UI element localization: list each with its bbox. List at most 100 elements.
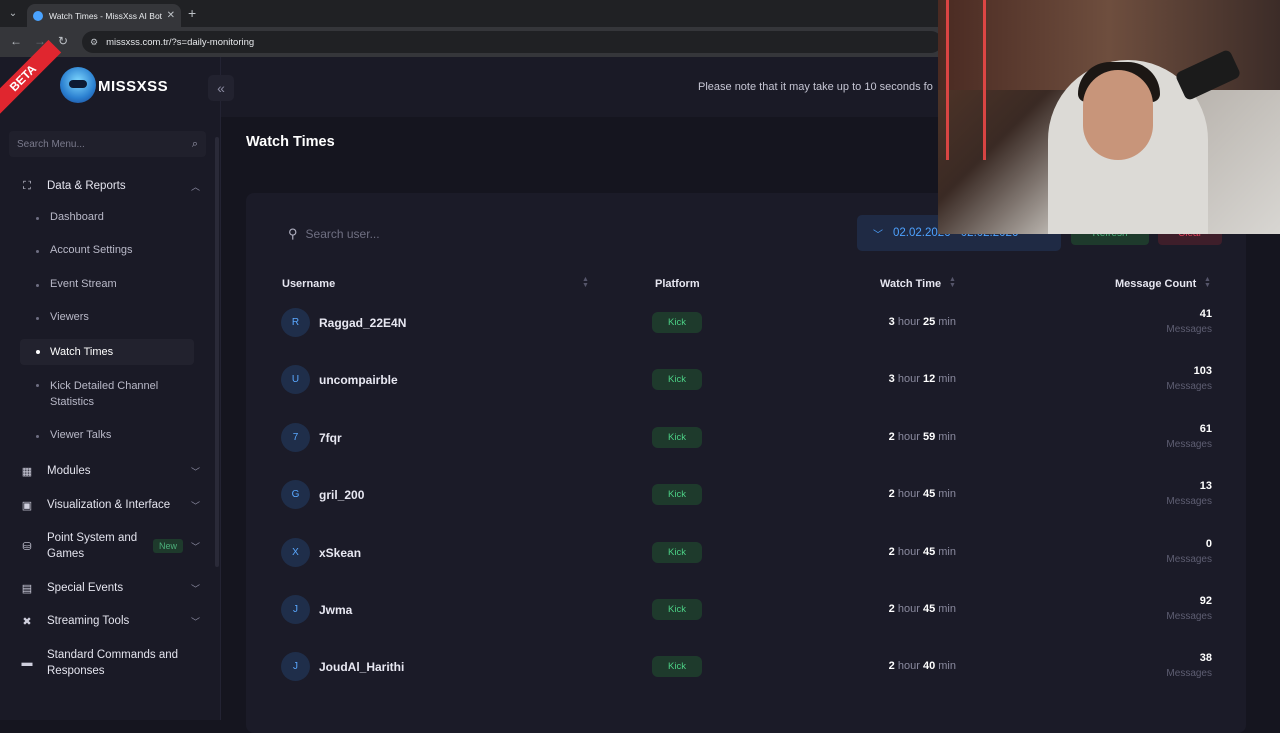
platform-badge: Kick: [652, 656, 702, 678]
messages-label: Messages: [1166, 611, 1212, 622]
menu-group-streaming-tools[interactable]: ✖ Streaming Tools ﹀: [20, 613, 200, 629]
table-row[interactable]: Uuncompairble Kick 3 hour 12 min 103 Message…: [246, 354, 1246, 411]
sort-icon[interactable]: ▲ ▼: [949, 276, 956, 289]
menu-search-input[interactable]: [17, 138, 192, 150]
column-header-message-count[interactable]: Message Count: [1115, 278, 1196, 290]
avatar: J: [281, 595, 310, 624]
menu-group-label: Data & Reports: [47, 180, 126, 192]
minutes-value: 45: [922, 545, 936, 558]
table-row[interactable]: J JoudAl_Harithi Kick 2 hour 40 min 38 Messag…: [246, 641, 1246, 698]
site-info-icon[interactable]: ⚙: [90, 37, 98, 48]
username-text[interactable]: gril_200: [319, 488, 364, 502]
minutes-value: 45: [922, 488, 936, 501]
back-icon[interactable]: ←: [10, 34, 22, 48]
menu-group-label: Visualization & Interface: [47, 499, 171, 511]
username-text[interactable]: uncompairble: [319, 373, 398, 387]
messages-label: Messages: [1166, 324, 1212, 335]
close-tab-icon[interactable]: ✕: [167, 10, 175, 21]
platform-badge: Kick: [652, 369, 702, 391]
username-text[interactable]: JoudAl_Harithi: [319, 660, 404, 674]
menu-group-point-system[interactable]: ⛁ Point System and Games New ﹀: [20, 530, 200, 562]
menu-search-field[interactable]: ⌕: [9, 131, 206, 157]
search-icon: ⚲: [288, 226, 298, 241]
avatar: G: [281, 480, 310, 510]
chevron-down-icon: ﹀: [190, 500, 200, 511]
menu-group-label: Streaming Tools: [47, 615, 130, 627]
minutes-value: 40: [922, 660, 936, 673]
watch-times-card: ⚲ ﹀ 02.02.2026 - 02.02.2026 Refresh Clea…: [246, 193, 1246, 733]
table-row[interactable]: R Raggad_22E4N Kick 3 hour 25 min 41 Messages: [246, 297, 1246, 354]
streamer-head: [1083, 70, 1153, 160]
table-row[interactable]: 7 7fqr Kick 2 hour 59 min 61 Messages: [246, 412, 1246, 469]
table-row[interactable]: J Jwma Kick 2 hour 45 min 92 Messages: [246, 584, 1246, 641]
address-bar[interactable]: ⚙ missxss.com.tr/?s=daily-monitoring: [82, 31, 942, 53]
new-badge: New: [152, 539, 183, 553]
sidebar-item-dashboard[interactable]: Dashboard: [20, 211, 194, 223]
new-tab-icon[interactable]: +: [188, 5, 196, 21]
database-icon: ⛁: [22, 540, 32, 553]
message-count: 103 Messages: [1112, 365, 1212, 392]
message-count: 41 Messages: [1112, 308, 1212, 335]
username-text[interactable]: 7fqr: [319, 431, 342, 445]
sort-icon[interactable]: ▲ ▼: [1204, 276, 1211, 289]
menu-group-visualization[interactable]: ▣ Visualization & Interface ﹀: [20, 497, 200, 513]
watch-time-value: 2 hour 40 min: [806, 660, 956, 672]
menu-group-special-events[interactable]: ▤ Special Events ﹀: [20, 580, 200, 596]
platform-badge: Kick: [652, 312, 702, 333]
menu-group-modules[interactable]: ▦ Modules ﹀: [20, 463, 200, 479]
username-text[interactable]: Jwma: [319, 603, 352, 617]
sort-icon[interactable]: ▲ ▼: [582, 276, 589, 289]
messages-label: Messages: [1166, 438, 1212, 450]
watch-time-value: 3 hour 12 min: [806, 373, 956, 385]
min-unit: min: [938, 603, 956, 615]
sidebar-scrollbar[interactable]: [215, 137, 219, 567]
username-text[interactable]: Raggad_22E4N: [319, 316, 406, 330]
menu-group-label: Standard Commands and Responses: [47, 649, 179, 677]
message-count: 38 Messages: [1112, 652, 1212, 679]
sidebar-item-viewer-talks[interactable]: Viewer Talks: [20, 429, 194, 441]
column-header-username[interactable]: Username: [282, 278, 335, 290]
watch-time-value: 3 hour 25 min: [806, 316, 956, 328]
hour-unit: hour: [897, 660, 920, 673]
menu-group-data-reports[interactable]: ⛶ Data & Reports ︿: [20, 178, 200, 194]
message-count-value: 13: [1199, 480, 1212, 493]
reload-icon[interactable]: ↻: [58, 34, 68, 48]
tab-search-icon[interactable]: ⌄: [5, 6, 21, 22]
sidebar-item-event-stream[interactable]: Event Stream: [20, 278, 194, 290]
hour-unit: hour: [897, 545, 920, 558]
sidebar-item-kick-channel-statistics[interactable]: Kick Detailed Channel Statistics: [20, 378, 194, 410]
browser-tab[interactable]: Watch Times - MissXss AI Bot S ✕: [27, 4, 181, 27]
hour-unit: hour: [897, 603, 920, 615]
messages-label: Messages: [1166, 381, 1212, 393]
hours-value: 2: [888, 603, 895, 615]
table-row[interactable]: Ggril_200 Kick 2 hour 45 min 13 Messages: [246, 469, 1246, 526]
sidebar-item-account-settings[interactable]: Account Settings: [20, 244, 194, 256]
user-search-field[interactable]: ⚲: [270, 222, 482, 246]
user-search-input[interactable]: [305, 227, 466, 241]
collapse-sidebar-button[interactable]: «: [208, 75, 234, 101]
minutes-value: 45: [922, 603, 936, 615]
column-header-watch-time[interactable]: Watch Time: [880, 278, 941, 290]
sidebar-item-viewers[interactable]: Viewers: [20, 311, 194, 323]
platform-badge: Kick: [652, 541, 702, 563]
username-text[interactable]: xSkean: [319, 546, 361, 560]
avatar: U: [281, 365, 310, 395]
chevron-down-icon: ﹀: [190, 616, 200, 627]
hours-value: 2: [888, 488, 895, 501]
page-title: Watch Times: [246, 134, 335, 150]
watch-time-value: 2 hour 45 min: [806, 546, 956, 558]
sidebar-item-watch-times[interactable]: Watch Times: [20, 339, 194, 365]
message-count: 61 Messages: [1112, 423, 1212, 450]
table-row[interactable]: XxSkean Kick 2 hour 45 min 0 Messages: [246, 527, 1246, 584]
hours-value: 2: [888, 660, 895, 673]
neon-light: [946, 0, 986, 160]
logo-text: MISSXSS: [98, 78, 169, 95]
menu-group-standard-commands[interactable]: ▬ Standard Commands and Responses: [20, 647, 200, 679]
menu-group-label: Point System and Games: [47, 532, 138, 560]
notice-text: Please note that it may take up to 10 se…: [698, 81, 933, 93]
chevron-down-icon: ﹀: [190, 541, 200, 552]
minutes-value: 59: [922, 430, 936, 443]
min-unit: min: [938, 545, 956, 558]
calendar-icon: ▣: [21, 499, 33, 512]
message-count-value: 103: [1193, 365, 1212, 378]
